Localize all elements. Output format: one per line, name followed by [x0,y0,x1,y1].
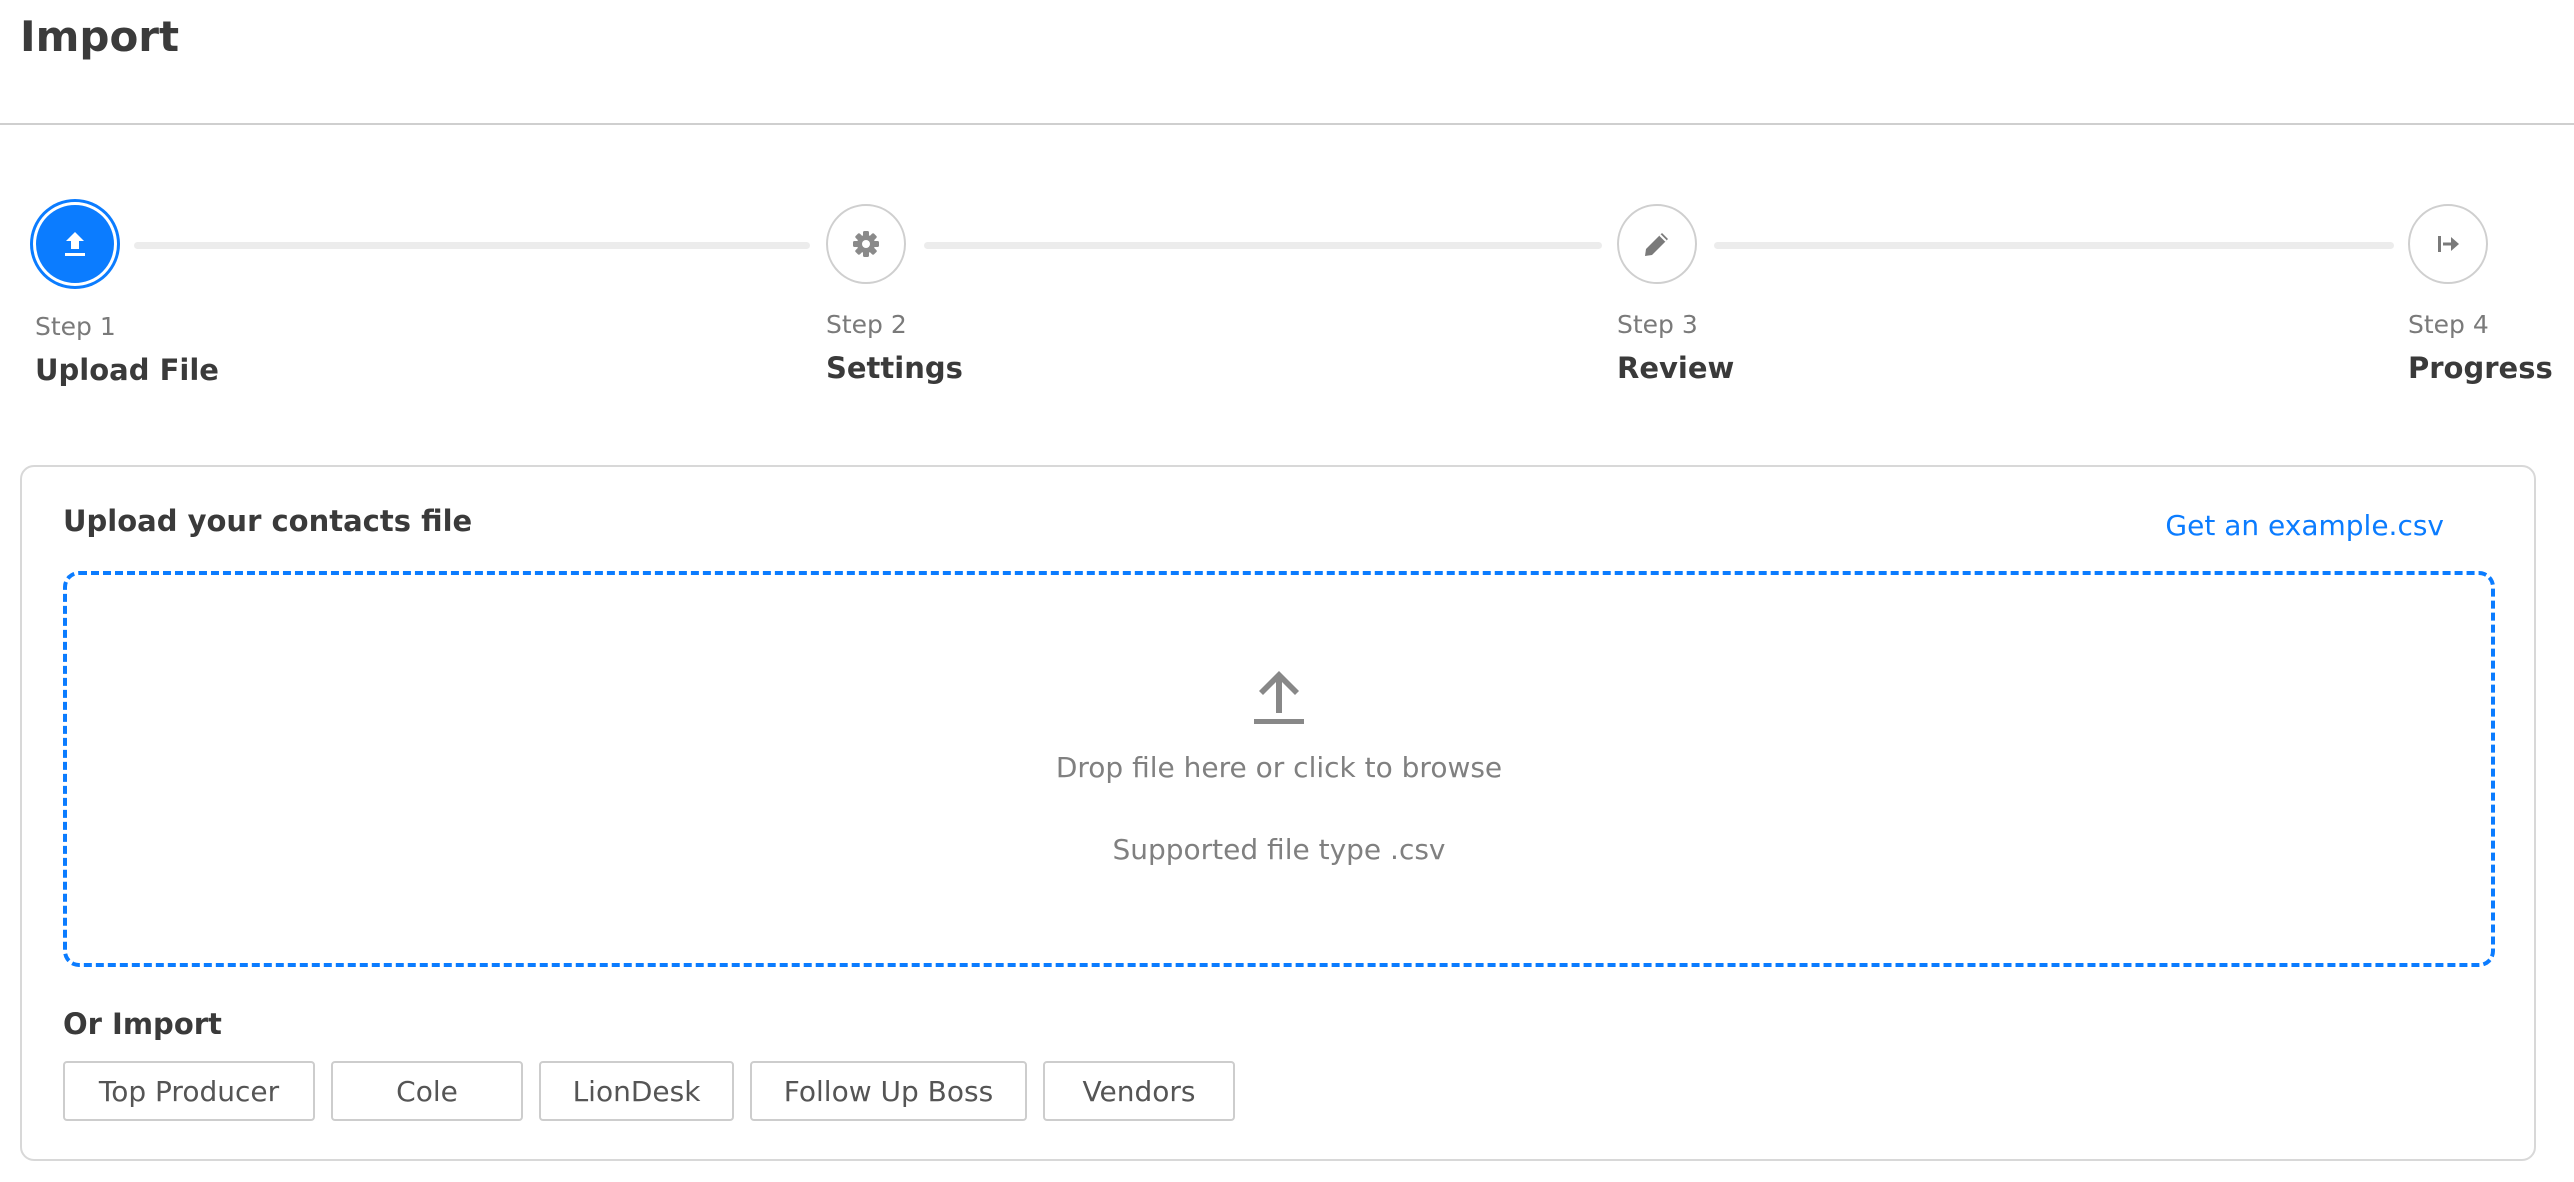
dropzone-file-type-hint: Supported file type .csv [1112,833,1446,866]
arrow-right-to-bar-icon [2438,236,2459,252]
pencil-icon [1645,233,1668,256]
import-stepper: Step 1 Upload File Step 2 Settings Step … [0,0,2574,420]
step-number: Step 2 [826,310,907,339]
import-liondesk-button[interactable]: LionDesk [539,1061,734,1121]
step-connector [134,242,810,249]
step-number: Step 4 [2408,310,2489,339]
step-number: Step 1 [35,312,116,341]
step-circle[interactable] [826,204,906,284]
step-circle[interactable] [2408,204,2488,284]
step-title: Progress [2408,351,2553,385]
step-connector [1714,242,2394,249]
gear-icon [853,231,879,257]
upload-arrow-icon [1254,671,1304,724]
import-follow-up-boss-button[interactable]: Follow Up Boss [750,1061,1027,1121]
step-circle[interactable] [1617,204,1697,284]
step-title: Review [1617,351,1735,385]
upload-card: Upload your contacts file Get an example… [20,465,2536,1161]
step-upload-file[interactable]: Step 1 Upload File [33,202,219,387]
file-dropzone[interactable]: Drop file here or click to browse Suppor… [63,571,2495,967]
step-title: Settings [826,351,963,385]
or-import-heading: Or Import [63,1007,222,1041]
step-settings[interactable]: Step 2 Settings [826,204,963,385]
step-progress[interactable]: Step 4 Progress [2408,204,2553,385]
step-circle[interactable] [33,202,117,286]
step-review[interactable]: Step 3 Review [1617,204,1734,385]
example-csv-link[interactable]: Get an example.csv [2165,509,2444,542]
upload-card-title: Upload your contacts file [63,504,473,538]
step-connector [924,242,1602,249]
dropzone-instruction: Drop file here or click to browse [1055,751,1503,784]
import-cole-button[interactable]: Cole [331,1061,523,1121]
import-top-producer-button[interactable]: Top Producer [63,1061,315,1121]
upload-icon [65,232,85,256]
import-vendors-button[interactable]: Vendors [1043,1061,1235,1121]
step-title: Upload File [35,353,219,387]
step-number: Step 3 [1617,310,1698,339]
